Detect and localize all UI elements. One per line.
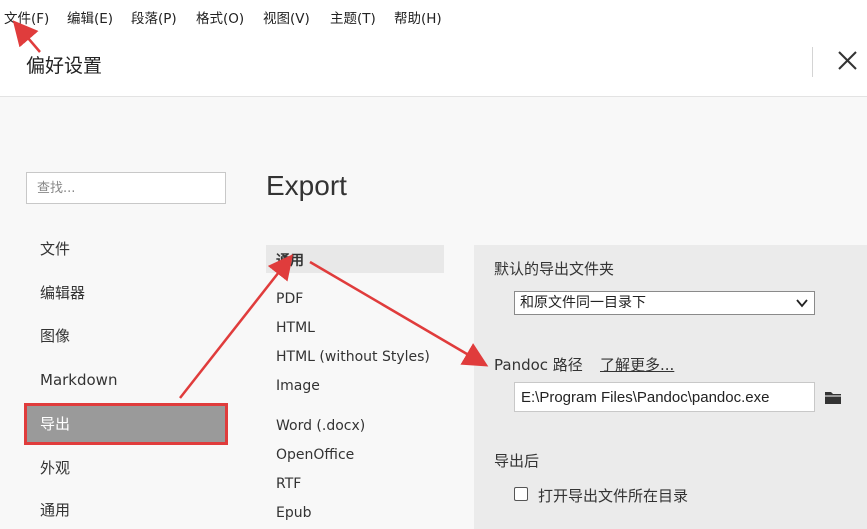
search-input[interactable] (26, 172, 226, 204)
after-export-label: 导出后 (494, 452, 540, 470)
sidebar-item-general[interactable]: 通用 (26, 491, 226, 529)
learn-more-link[interactable]: 了解更多... (600, 354, 674, 375)
subnav-item-openoffice[interactable]: OpenOffice (276, 447, 354, 463)
open-folder-label: 打开导出文件所在目录 (538, 487, 689, 505)
default-folder-select[interactable]: 和原文件同一目录下 (514, 291, 815, 315)
sidebar-item-export[interactable]: 导出 (24, 403, 228, 445)
subnav-item-html[interactable]: HTML (276, 320, 315, 336)
menu-view[interactable]: 视图(V) (263, 7, 310, 27)
sidebar-item-image[interactable]: 图像 (26, 317, 226, 355)
folder-icon[interactable] (824, 390, 842, 405)
menu-theme[interactable]: 主题(T) (330, 7, 376, 27)
sidebar-item-file[interactable]: 文件 (26, 230, 226, 268)
section-title: Export (266, 170, 347, 201)
subnav-item-html-plain[interactable]: HTML (without Styles) (276, 349, 430, 365)
menu-edit[interactable]: 编辑(E) (67, 7, 113, 27)
subnav-item-epub[interactable]: Epub (276, 505, 312, 521)
chevron-down-icon (796, 299, 808, 308)
menu-bar: 文件(F) 编辑(E) 段落(P) 格式(O) 视图(V) 主题(T) 帮助(H… (0, 0, 867, 32)
page-title: 偏好设置 (26, 55, 103, 77)
pandoc-path-input[interactable] (514, 382, 815, 412)
preferences-header: 偏好设置 (0, 32, 867, 97)
subnav-item-image[interactable]: Image (276, 378, 320, 394)
close-icon (838, 51, 857, 70)
sidebar-item-editor[interactable]: 编辑器 (26, 274, 226, 312)
menu-paragraph[interactable]: 段落(P) (131, 7, 177, 27)
subnav-item-rtf[interactable]: RTF (276, 476, 301, 492)
close-button[interactable] (834, 45, 862, 75)
pandoc-path-label: Pandoc 路径 (494, 356, 583, 374)
sidebar-item-appearance[interactable]: 外观 (26, 449, 226, 487)
sidebar-item-markdown[interactable]: Markdown (26, 361, 226, 399)
default-folder-label: 默认的导出文件夹 (494, 260, 615, 278)
header-divider (812, 47, 813, 77)
default-folder-value: 和原文件同一目录下 (520, 295, 646, 311)
subnav-item-word[interactable]: Word (.docx) (276, 418, 365, 434)
subnav-item-general[interactable]: 通用 (276, 250, 304, 270)
subnav-item-pdf[interactable]: PDF (276, 291, 303, 307)
open-folder-checkbox[interactable] (514, 487, 528, 501)
menu-format[interactable]: 格式(O) (196, 7, 244, 27)
menu-help[interactable]: 帮助(H) (394, 7, 442, 27)
menu-file[interactable]: 文件(F) (4, 7, 49, 27)
